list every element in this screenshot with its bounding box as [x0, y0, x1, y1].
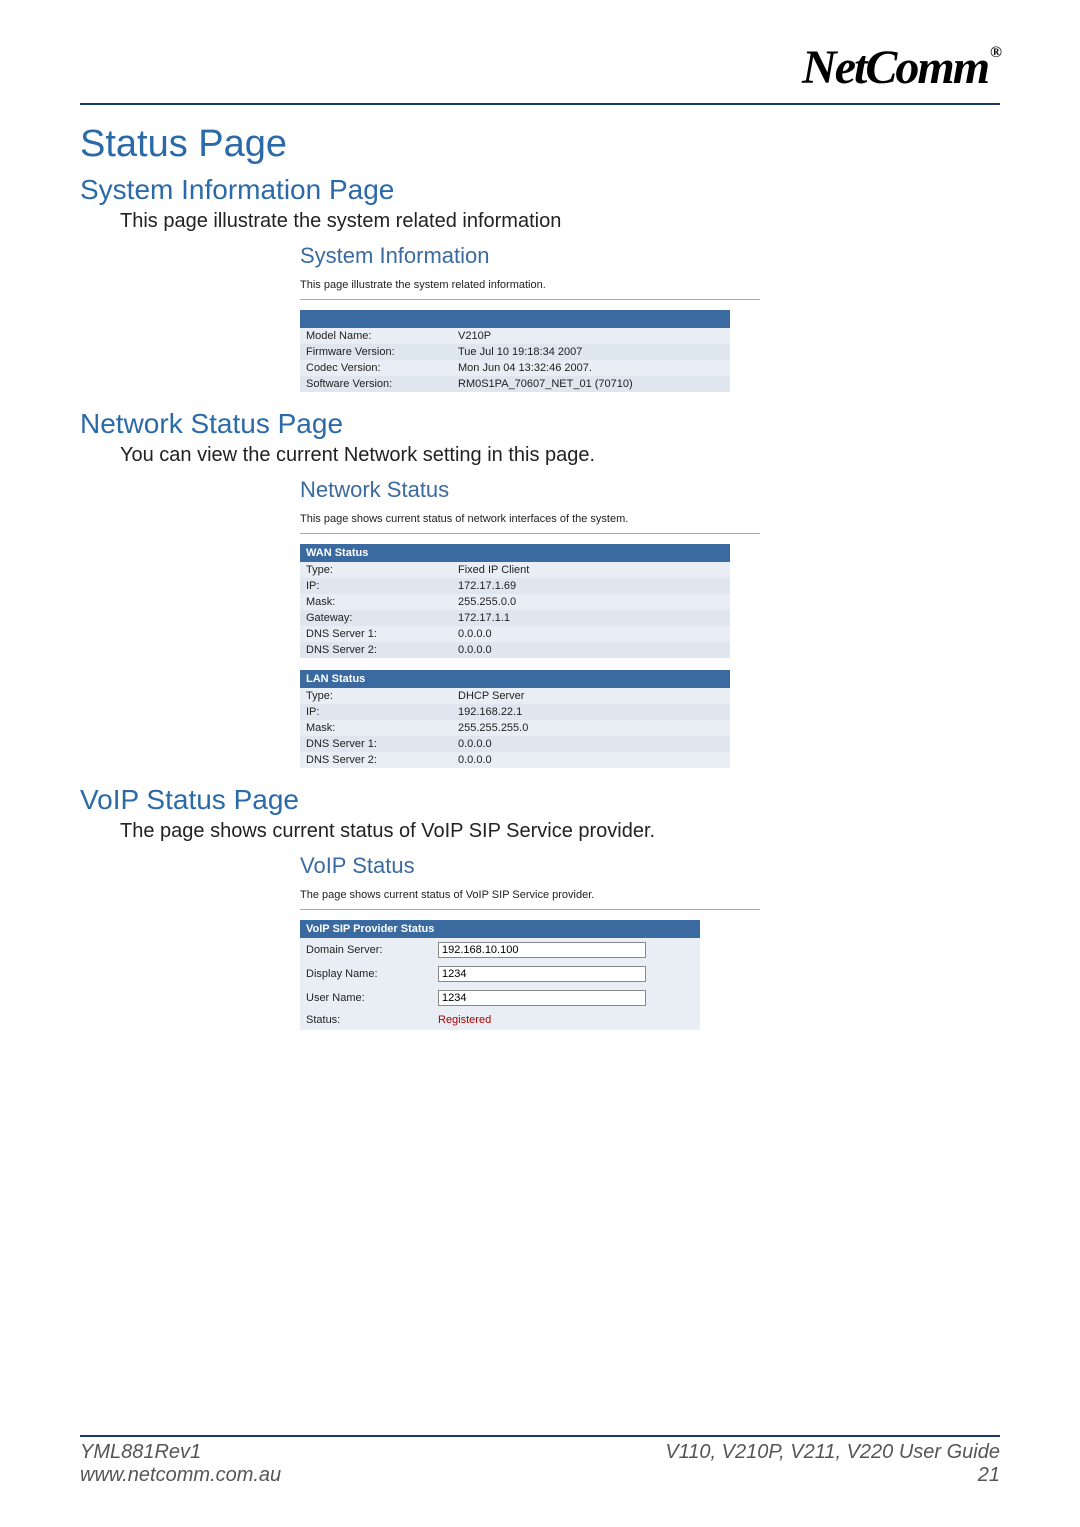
system-info-panel: System Information This page illustrate …	[300, 243, 760, 392]
table-label: Firmware Version:	[300, 344, 452, 360]
user-label: User Name:	[300, 986, 432, 1010]
table-label: Gateway:	[300, 610, 452, 626]
table-value: 0.0.0.0	[452, 642, 730, 658]
system-info-desc: This page illustrate the system related …	[120, 210, 1000, 233]
voip-status-panel: VoIP Status The page shows current statu…	[300, 853, 760, 1030]
system-info-embed-desc: This page illustrate the system related …	[300, 279, 760, 300]
wan-status-table: WAN Status Type:Fixed IP Client IP:172.1…	[300, 544, 730, 658]
table-value: Mon Jun 04 13:32:46 2007.	[452, 360, 730, 376]
network-status-panel: Network Status This page shows current s…	[300, 477, 760, 768]
status-value: Registered	[438, 1014, 491, 1026]
table-value: Tue Jul 10 19:18:34 2007	[452, 344, 730, 360]
status-label: Status:	[300, 1010, 432, 1030]
table-label: Type:	[300, 688, 452, 704]
system-info-subtitle: System Information Page	[80, 174, 1000, 206]
voip-status-embed-title: VoIP Status	[300, 853, 760, 879]
network-status-embed-desc: This page shows current status of networ…	[300, 513, 760, 534]
table-label: Mask:	[300, 720, 452, 736]
lan-header: LAN Status	[300, 670, 730, 688]
system-info-embed-title: System Information	[300, 243, 760, 269]
table-value: 172.17.1.1	[452, 610, 730, 626]
footer-guide-name: V110, V210P, V211, V220 User Guide	[665, 1441, 1000, 1464]
registered-icon: ®	[990, 44, 1000, 62]
table-value: 0.0.0.0	[452, 626, 730, 642]
voip-status-desc: The page shows current status of VoIP SI…	[120, 820, 1000, 843]
table-label: DNS Server 2:	[300, 642, 452, 658]
voip-provider-table: VoIP SIP Provider Status Domain Server: …	[300, 920, 700, 1030]
table-value: 172.17.1.69	[452, 578, 730, 594]
system-info-table: Model Name:V210P Firmware Version:Tue Ju…	[300, 310, 730, 392]
table-label: Model Name:	[300, 328, 452, 344]
network-status-desc: You can view the current Network setting…	[120, 444, 1000, 467]
display-name-input[interactable]	[438, 966, 646, 982]
network-status-embed-title: Network Status	[300, 477, 760, 503]
domain-label: Domain Server:	[300, 938, 432, 962]
lan-status-table: LAN Status Type:DHCP Server IP:192.168.2…	[300, 670, 730, 768]
display-label: Display Name:	[300, 962, 432, 986]
table-value: 0.0.0.0	[452, 736, 730, 752]
domain-server-input[interactable]	[438, 942, 646, 958]
table-label: IP:	[300, 704, 452, 720]
page-header: NetComm ®	[80, 40, 1000, 105]
table-value: 255.255.0.0	[452, 594, 730, 610]
wan-header: WAN Status	[300, 544, 730, 562]
table-value: 192.168.22.1	[452, 704, 730, 720]
brand-logo: NetComm ®	[802, 40, 1000, 95]
footer-url: www.netcomm.com.au	[80, 1464, 281, 1487]
voip-header: VoIP SIP Provider Status	[300, 920, 700, 938]
table-label: DNS Server 1:	[300, 736, 452, 752]
table-value: RM0S1PA_70607_NET_01 (70710)	[452, 376, 730, 392]
table-label: DNS Server 1:	[300, 626, 452, 642]
table-value: 0.0.0.0	[452, 752, 730, 768]
table-label: DNS Server 2:	[300, 752, 452, 768]
page-footer: YML881Rev1 www.netcomm.com.au V110, V210…	[80, 1435, 1000, 1487]
user-name-input[interactable]	[438, 990, 646, 1006]
table-label: Codec Version:	[300, 360, 452, 376]
table-label: Software Version:	[300, 376, 452, 392]
table-value: 255.255.255.0	[452, 720, 730, 736]
table-label: IP:	[300, 578, 452, 594]
footer-page-number: 21	[665, 1464, 1000, 1487]
page-title: Status Page	[80, 123, 1000, 166]
table-label: Mask:	[300, 594, 452, 610]
voip-status-subtitle: VoIP Status Page	[80, 784, 1000, 816]
brand-name: NetComm	[802, 40, 988, 95]
table-value: Fixed IP Client	[452, 562, 730, 578]
table-value: V210P	[452, 328, 730, 344]
voip-status-embed-desc: The page shows current status of VoIP SI…	[300, 889, 760, 910]
footer-doc-id: YML881Rev1	[80, 1441, 281, 1464]
table-label: Type:	[300, 562, 452, 578]
table-value: DHCP Server	[452, 688, 730, 704]
network-status-subtitle: Network Status Page	[80, 408, 1000, 440]
